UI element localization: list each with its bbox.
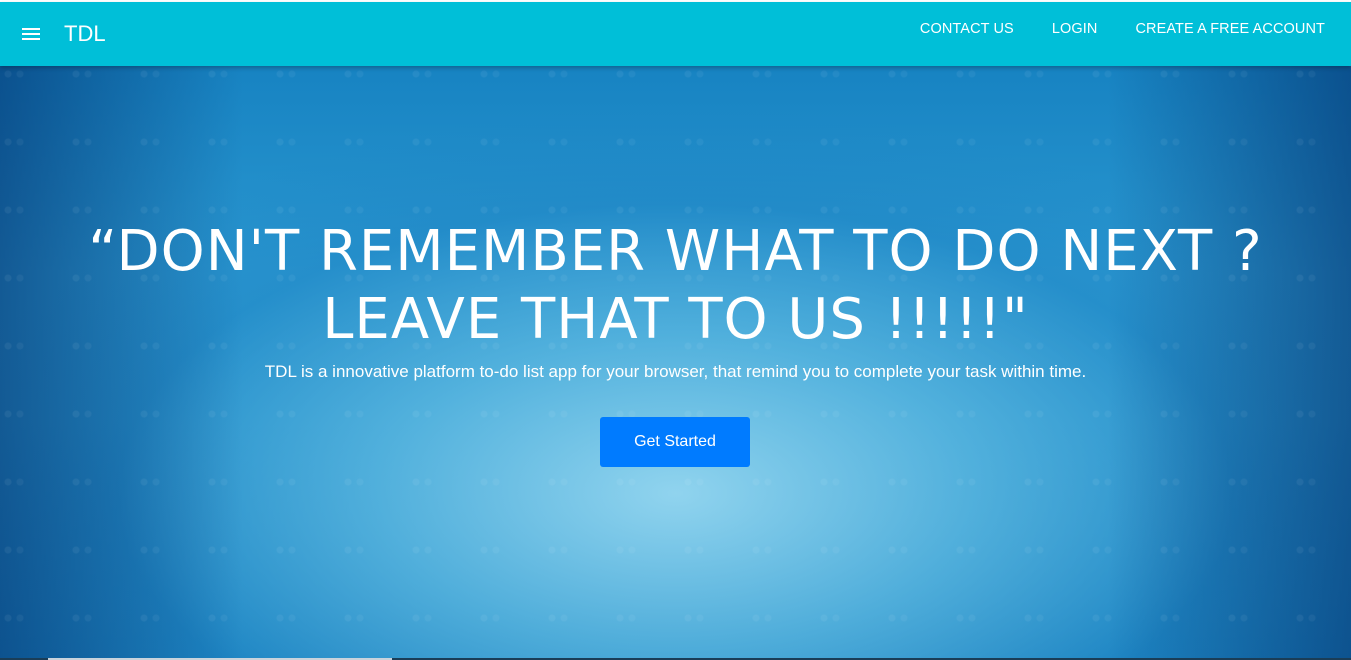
top-navbar: TDL CONTACT US LOGIN CREATE A FREE ACCOU…	[0, 2, 1351, 66]
nav-links: CONTACT US LOGIN CREATE A FREE ACCOUNT	[920, 21, 1325, 37]
hero-headline-line-1: “DON'T REMEMBER WHAT TO DO NEXT ?	[88, 219, 1263, 284]
get-started-button[interactable]: Get Started	[600, 417, 750, 467]
nav-link-contact-us[interactable]: CONTACT US	[920, 21, 1014, 37]
menu-bar	[22, 33, 40, 35]
hero-section: “DON'T REMEMBER WHAT TO DO NEXT ? LEAVE …	[0, 66, 1351, 660]
hamburger-menu-icon[interactable]	[22, 25, 42, 43]
brand-logo-link[interactable]: TDL	[64, 21, 106, 47]
hero-headline: “DON'T REMEMBER WHAT TO DO NEXT ? LEAVE …	[0, 218, 1351, 354]
menu-bar	[22, 28, 40, 30]
hero-subtext: TDL is a innovative platform to-do list …	[264, 362, 1087, 381]
nav-link-create-account[interactable]: CREATE A FREE ACCOUNT	[1135, 21, 1325, 37]
nav-link-login[interactable]: LOGIN	[1052, 21, 1098, 37]
hero-headline-line-2: LEAVE THAT TO US !!!!!"	[322, 287, 1029, 352]
menu-bar	[22, 38, 40, 40]
